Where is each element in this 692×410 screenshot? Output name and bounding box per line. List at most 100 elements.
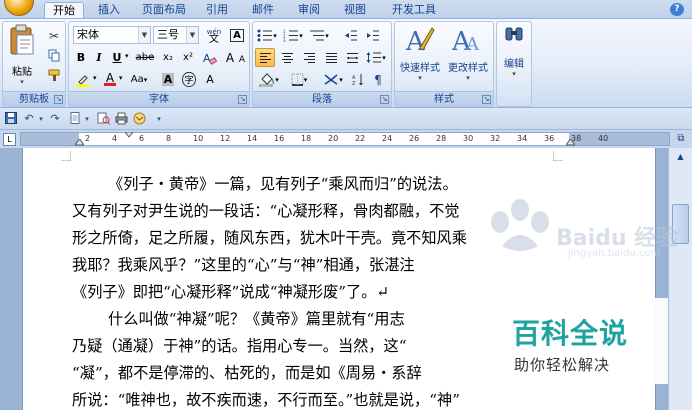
binoculars-icon <box>505 27 523 41</box>
ruler-number: 18 <box>301 134 312 143</box>
customize-toolbar-icon[interactable]: ▾ <box>152 112 166 126</box>
clear-formatting-button[interactable]: A <box>199 48 221 67</box>
styles-launcher-icon[interactable]: ↘ <box>482 95 491 104</box>
show-marks-button[interactable]: ¶ <box>369 70 387 89</box>
format-painter-button[interactable] <box>45 66 63 85</box>
decrease-indent-icon <box>345 30 357 41</box>
decrease-indent-button[interactable] <box>341 26 361 45</box>
sort-icon: AZ <box>352 74 363 86</box>
distributed-button[interactable] <box>343 48 361 67</box>
ruler-number: 12 <box>220 134 231 143</box>
baike-watermark-subtitle: 助你轻松解决 <box>514 356 611 374</box>
office-button[interactable] <box>4 0 34 16</box>
align-center-button[interactable] <box>277 48 297 67</box>
email-icon[interactable] <box>132 112 146 126</box>
scroll-up-icon[interactable]: ▲ <box>672 150 689 164</box>
save-icon[interactable] <box>4 112 18 126</box>
tab-references[interactable]: 引用 <box>200 2 234 18</box>
text-highlight-button[interactable] <box>73 70 93 89</box>
highlighter-icon <box>77 74 89 87</box>
first-line-indent-marker[interactable] <box>125 132 133 138</box>
font-color-button[interactable]: A <box>101 70 119 89</box>
multilevel-list-button[interactable]: ▾ <box>307 26 331 45</box>
change-styles-button[interactable]: A A 更改样式 ▾ <box>445 24 491 88</box>
format-painter-icon <box>48 69 59 81</box>
bold-button[interactable]: B <box>73 48 89 67</box>
chevron-down-icon[interactable]: ▾ <box>125 52 129 60</box>
align-left-button[interactable] <box>255 48 275 67</box>
multilevel-list-icon <box>310 30 325 41</box>
eraser-icon: A <box>203 52 217 65</box>
italic-button[interactable]: I <box>91 48 107 67</box>
text-effect-button[interactable]: A <box>201 70 219 89</box>
shrink-font-button[interactable]: A <box>235 50 249 69</box>
tab-page-layout[interactable]: 页面布局 <box>136 2 192 18</box>
quick-styles-button[interactable]: A 快速样式 ▾ <box>397 24 443 88</box>
font-size-combo[interactable]: 三号 ▼ <box>153 26 199 44</box>
numbering-icon: 123 <box>283 29 299 42</box>
char-border-button[interactable]: A <box>227 26 247 45</box>
view-ruler-icon[interactable]: ⧉ <box>674 133 688 145</box>
increase-indent-button[interactable] <box>363 26 383 45</box>
chevron-down-icon[interactable]: ▾ <box>119 74 123 82</box>
tab-home[interactable]: 开始 <box>44 2 84 18</box>
editing-button[interactable]: 编辑 ▾ <box>499 24 529 88</box>
char-shading-button[interactable]: A <box>159 70 177 89</box>
shading-button[interactable]: ▾ <box>255 70 283 89</box>
tab-insert[interactable]: 插入 <box>92 2 126 18</box>
sort-button[interactable]: AZ <box>349 70 367 89</box>
chevron-down-icon[interactable]: ▾ <box>80 112 94 126</box>
enclose-char-button[interactable]: 字 <box>179 70 199 89</box>
phonetic-guide-button[interactable]: wén 文 <box>203 26 225 45</box>
borders-button[interactable]: ▾ <box>285 70 313 89</box>
paste-label: 粘贴 <box>12 67 32 78</box>
tab-review[interactable]: 审阅 <box>292 2 326 18</box>
hanging-indent-marker[interactable] <box>75 139 84 146</box>
quick-styles-label: 快速样式 <box>400 63 440 74</box>
redo-icon[interactable]: ↷ <box>48 112 62 126</box>
justify-button[interactable] <box>321 48 341 67</box>
paste-dropdown-icon[interactable]: ▾ <box>7 78 37 86</box>
text-line: “凝”，都不是停滞的、枯死的，而是如《周易・系辞 <box>72 360 562 387</box>
cut-button[interactable]: ✂ <box>45 26 63 45</box>
paste-icon <box>10 24 34 55</box>
chevron-down-icon[interactable]: ▾ <box>93 74 97 82</box>
font-color-label: A <box>105 71 115 85</box>
ribbon-tab-bar: 开始 插入 页面布局 引用 邮件 审阅 视图 开发工具 ? <box>0 0 692 18</box>
line-1: 《列子・黄帝》一篇，见有列子“乘风而归”的说法。 <box>108 175 458 193</box>
chinese-layout-button[interactable]: ▾ <box>319 70 347 89</box>
superscript-button[interactable]: x² <box>179 48 197 67</box>
ruler-number: 2 <box>85 134 91 143</box>
line-spacing-button[interactable]: ▾ <box>363 48 389 67</box>
shrink-font-label: A <box>238 54 246 65</box>
font-launcher-icon[interactable]: ↘ <box>238 95 247 104</box>
justify-icon <box>325 52 337 63</box>
bullets-button[interactable]: ▾ <box>255 26 279 45</box>
tab-view[interactable]: 视图 <box>338 2 372 18</box>
print-icon[interactable] <box>114 112 128 126</box>
clipboard-launcher-icon[interactable]: ↘ <box>54 95 63 104</box>
subscript-button[interactable]: x₂ <box>159 48 177 67</box>
chevron-down-icon[interactable]: ▾ <box>34 112 48 126</box>
paste-button[interactable]: 粘贴 ▾ <box>7 24 37 86</box>
copy-button[interactable] <box>45 46 63 65</box>
font-name-combo[interactable]: 宋体 ▼ <box>73 26 151 44</box>
strikethrough-button[interactable]: abe <box>133 48 157 67</box>
tab-selector[interactable]: L <box>3 133 16 146</box>
svg-text:Z: Z <box>352 81 356 86</box>
paragraph-launcher-icon[interactable]: ↘ <box>380 95 389 104</box>
styles-group: A 快速样式 ▾ A A 更改样式 ▾ 样式 ↘ <box>394 21 494 107</box>
line-spacing-icon <box>366 52 382 63</box>
tab-mailings[interactable]: 邮件 <box>246 2 280 18</box>
help-icon[interactable]: ? <box>670 3 684 16</box>
right-indent-marker[interactable] <box>566 139 575 146</box>
change-case-button[interactable]: Aa ▾ <box>127 70 151 89</box>
numbering-button[interactable]: 123 ▾ <box>281 26 305 45</box>
print-preview-icon[interactable] <box>96 112 110 126</box>
horizontal-ruler[interactable]: 2 4 6 8 10 12 14 16 18 20 22 24 26 28 30 32 34 36 38 40 <box>20 132 670 146</box>
tab-developer[interactable]: 开发工具 <box>386 2 442 18</box>
align-right-button[interactable] <box>299 48 319 67</box>
underline-button[interactable]: U <box>109 48 125 67</box>
line-7: 乃疑（通凝）于神”的话。指用心专一。当然，这“ <box>72 337 407 355</box>
chevron-down-icon: ▼ <box>138 27 150 43</box>
